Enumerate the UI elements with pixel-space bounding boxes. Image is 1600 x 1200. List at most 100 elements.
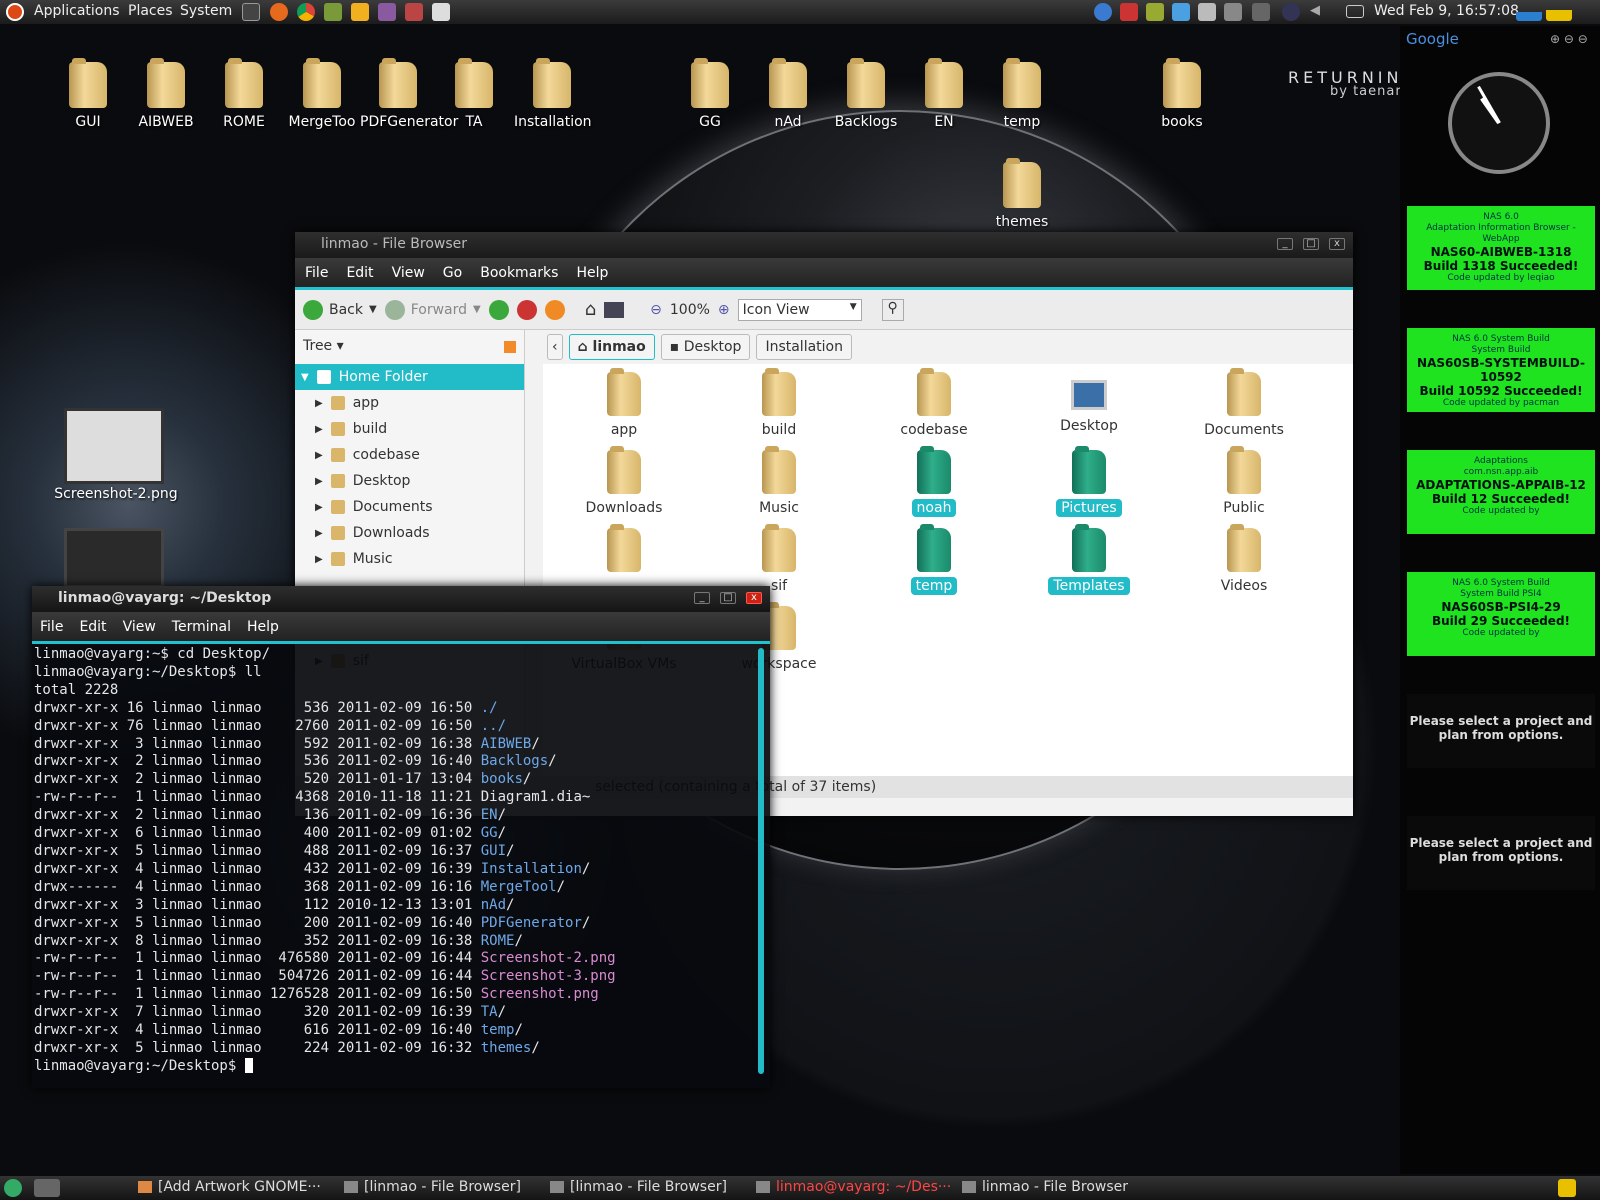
- file-item-documents[interactable]: Documents: [1179, 368, 1309, 438]
- view-select[interactable]: Icon View ▼: [737, 298, 862, 321]
- app-launcher-icon[interactable]: [351, 3, 369, 21]
- chrome-launcher-icon[interactable]: [297, 3, 315, 21]
- file-item-noah[interactable]: noah: [869, 446, 999, 517]
- breadcrumb-desktop[interactable]: ▪ Desktop: [660, 334, 751, 360]
- desktop-icon-installation[interactable]: Installation: [514, 58, 592, 130]
- file-item-sif[interactable]: sif: [714, 524, 844, 594]
- desktop-icon-gui[interactable]: GUI: [50, 58, 126, 130]
- places-menu[interactable]: Places: [128, 3, 173, 19]
- taskbar-item[interactable]: [linmao - File Browser]: [344, 1179, 521, 1195]
- file-item-app[interactable]: app: [559, 368, 689, 438]
- minimize-button[interactable]: _: [1277, 238, 1293, 250]
- app-launcher-icon[interactable]: [405, 3, 423, 21]
- screenshot-label[interactable]: Screenshot-2.png: [50, 486, 182, 502]
- empty-project-card[interactable]: Please select a project and plan from op…: [1407, 694, 1595, 768]
- computer-icon[interactable]: [604, 301, 625, 318]
- chevron-down-icon[interactable]: ▼: [301, 372, 309, 383]
- tree-item-desktop[interactable]: ▶ Desktop: [295, 468, 524, 494]
- window-titlebar[interactable]: linmao@vayarg: ~/Desktop: [32, 586, 770, 612]
- desktop-icon-pdfgenerator[interactable]: PDFGenerator: [360, 58, 458, 130]
- chevron-right-icon[interactable]: ▶: [315, 554, 323, 565]
- desktop-icon-gg[interactable]: GG: [672, 58, 748, 130]
- tray-icon[interactable]: [1198, 3, 1216, 21]
- screenshot-thumbnail[interactable]: [64, 408, 164, 484]
- desktop-icon-themes[interactable]: themes: [984, 158, 1060, 230]
- menu-file[interactable]: File: [40, 619, 63, 635]
- menu-edit[interactable]: Edit: [79, 619, 106, 635]
- file-item-templates[interactable]: Templates: [1024, 524, 1154, 595]
- file-item-build[interactable]: build: [714, 368, 844, 438]
- screenshot-thumbnail[interactable]: [64, 528, 164, 588]
- tree-item-documents[interactable]: ▶ Documents: [295, 494, 524, 520]
- forward-button[interactable]: Forward ▼: [384, 299, 481, 320]
- mail-icon[interactable]: [1346, 5, 1364, 18]
- firefox-launcher-icon[interactable]: [270, 3, 288, 21]
- tray-icon[interactable]: [1094, 3, 1112, 21]
- tray-icon[interactable]: [1146, 3, 1164, 21]
- tree-item-app[interactable]: ▶ app: [295, 390, 524, 416]
- taskbar-item[interactable]: linmao@vayarg: ~/Des···: [756, 1179, 951, 1195]
- maximize-button[interactable]: □: [1303, 238, 1319, 250]
- minimize-button[interactable]: _: [694, 592, 710, 604]
- menu-view[interactable]: View: [123, 619, 156, 635]
- trash-icon[interactable]: [1558, 1179, 1576, 1197]
- menu-file[interactable]: File: [305, 265, 328, 281]
- chevron-down-icon[interactable]: ▼: [369, 304, 377, 315]
- menu-go[interactable]: Go: [443, 265, 462, 281]
- file-item-downloads[interactable]: Downloads: [559, 446, 689, 516]
- bluetooth-icon[interactable]: [1282, 3, 1300, 21]
- tray-icon[interactable]: [1224, 3, 1242, 21]
- workspace-switcher-icon[interactable]: [34, 1179, 60, 1197]
- build-status-card[interactable]: NAS 6.0 Adaptation Information Browser - …: [1407, 206, 1595, 290]
- up-icon[interactable]: [488, 299, 509, 320]
- chevron-down-icon[interactable]: ▼: [473, 304, 481, 315]
- desktop-icon-ta[interactable]: TA: [436, 58, 512, 130]
- taskbar-item[interactable]: [Add Artwork GNOME···: [138, 1179, 321, 1195]
- zoom-level[interactable]: 100%: [670, 302, 710, 318]
- tray-icon[interactable]: [1120, 3, 1138, 21]
- tray-icon[interactable]: [1172, 3, 1190, 21]
- system-menu[interactable]: System: [180, 3, 232, 19]
- build-status-card[interactable]: NAS 6.0 System Build System Build NAS60SB-…: [1407, 328, 1595, 412]
- home-icon[interactable]: ⌂: [585, 299, 596, 320]
- file-item-public[interactable]: Public: [1179, 446, 1309, 516]
- tree-item-downloads[interactable]: ▶ Downloads: [295, 520, 524, 546]
- scrollbar[interactable]: [758, 648, 764, 1074]
- tree-item-build[interactable]: ▶ build: [295, 416, 524, 442]
- file-item-folder[interactable]: [559, 524, 689, 578]
- close-button[interactable]: x: [1329, 238, 1345, 250]
- menu-bookmarks[interactable]: Bookmarks: [480, 265, 558, 281]
- volume-icon[interactable]: ◀: [1310, 3, 1328, 21]
- menu-help[interactable]: Help: [247, 619, 279, 635]
- desktop-icon-mergetoo[interactable]: MergeToo: [284, 58, 360, 130]
- desktop-icon-aibweb[interactable]: AIBWEB: [128, 58, 204, 130]
- chevron-right-icon[interactable]: ▶: [315, 398, 323, 409]
- chevron-right-icon[interactable]: ▶: [315, 450, 323, 461]
- menu-edit[interactable]: Edit: [346, 265, 373, 281]
- file-item-temp[interactable]: temp: [869, 524, 999, 595]
- applications-menu[interactable]: Applications: [34, 3, 120, 19]
- desktop-icon-nad[interactable]: nAd: [750, 58, 826, 130]
- breadcrumb-linmao[interactable]: ⌂ linmao: [568, 334, 655, 360]
- close-sidebar-icon[interactable]: [504, 341, 516, 353]
- desktop-icon-rome[interactable]: ROME: [206, 58, 282, 130]
- file-item-pictures[interactable]: Pictures: [1024, 446, 1154, 517]
- close-button[interactable]: x: [746, 592, 762, 604]
- sidebar-mode-select[interactable]: Tree ▾: [303, 338, 344, 356]
- chevron-right-icon[interactable]: ▶: [315, 424, 323, 435]
- desktop-icon-en[interactable]: EN: [906, 58, 982, 130]
- tree-item-home-folder[interactable]: ▼ Home Folder: [295, 364, 524, 390]
- terminal-launcher-icon[interactable]: [242, 3, 260, 21]
- app-launcher-icon[interactable]: [324, 3, 342, 21]
- menu-help[interactable]: Help: [576, 265, 608, 281]
- chevron-right-icon[interactable]: ▶: [315, 476, 323, 487]
- back-button[interactable]: Back ▼: [303, 299, 377, 320]
- maximize-button[interactable]: □: [720, 592, 736, 604]
- file-item-videos[interactable]: Videos: [1179, 524, 1309, 594]
- file-item-music[interactable]: Music: [714, 446, 844, 516]
- network-icon[interactable]: [1252, 3, 1270, 21]
- chevron-right-icon[interactable]: ▶: [315, 502, 323, 513]
- widget-controls-icon[interactable]: ⊕ ⊖ ⊖: [1550, 32, 1588, 46]
- file-item-codebase[interactable]: codebase: [869, 368, 999, 438]
- terminal-output[interactable]: linmao@vayarg:~$ cd Desktop/linmao@vayar…: [32, 644, 770, 1078]
